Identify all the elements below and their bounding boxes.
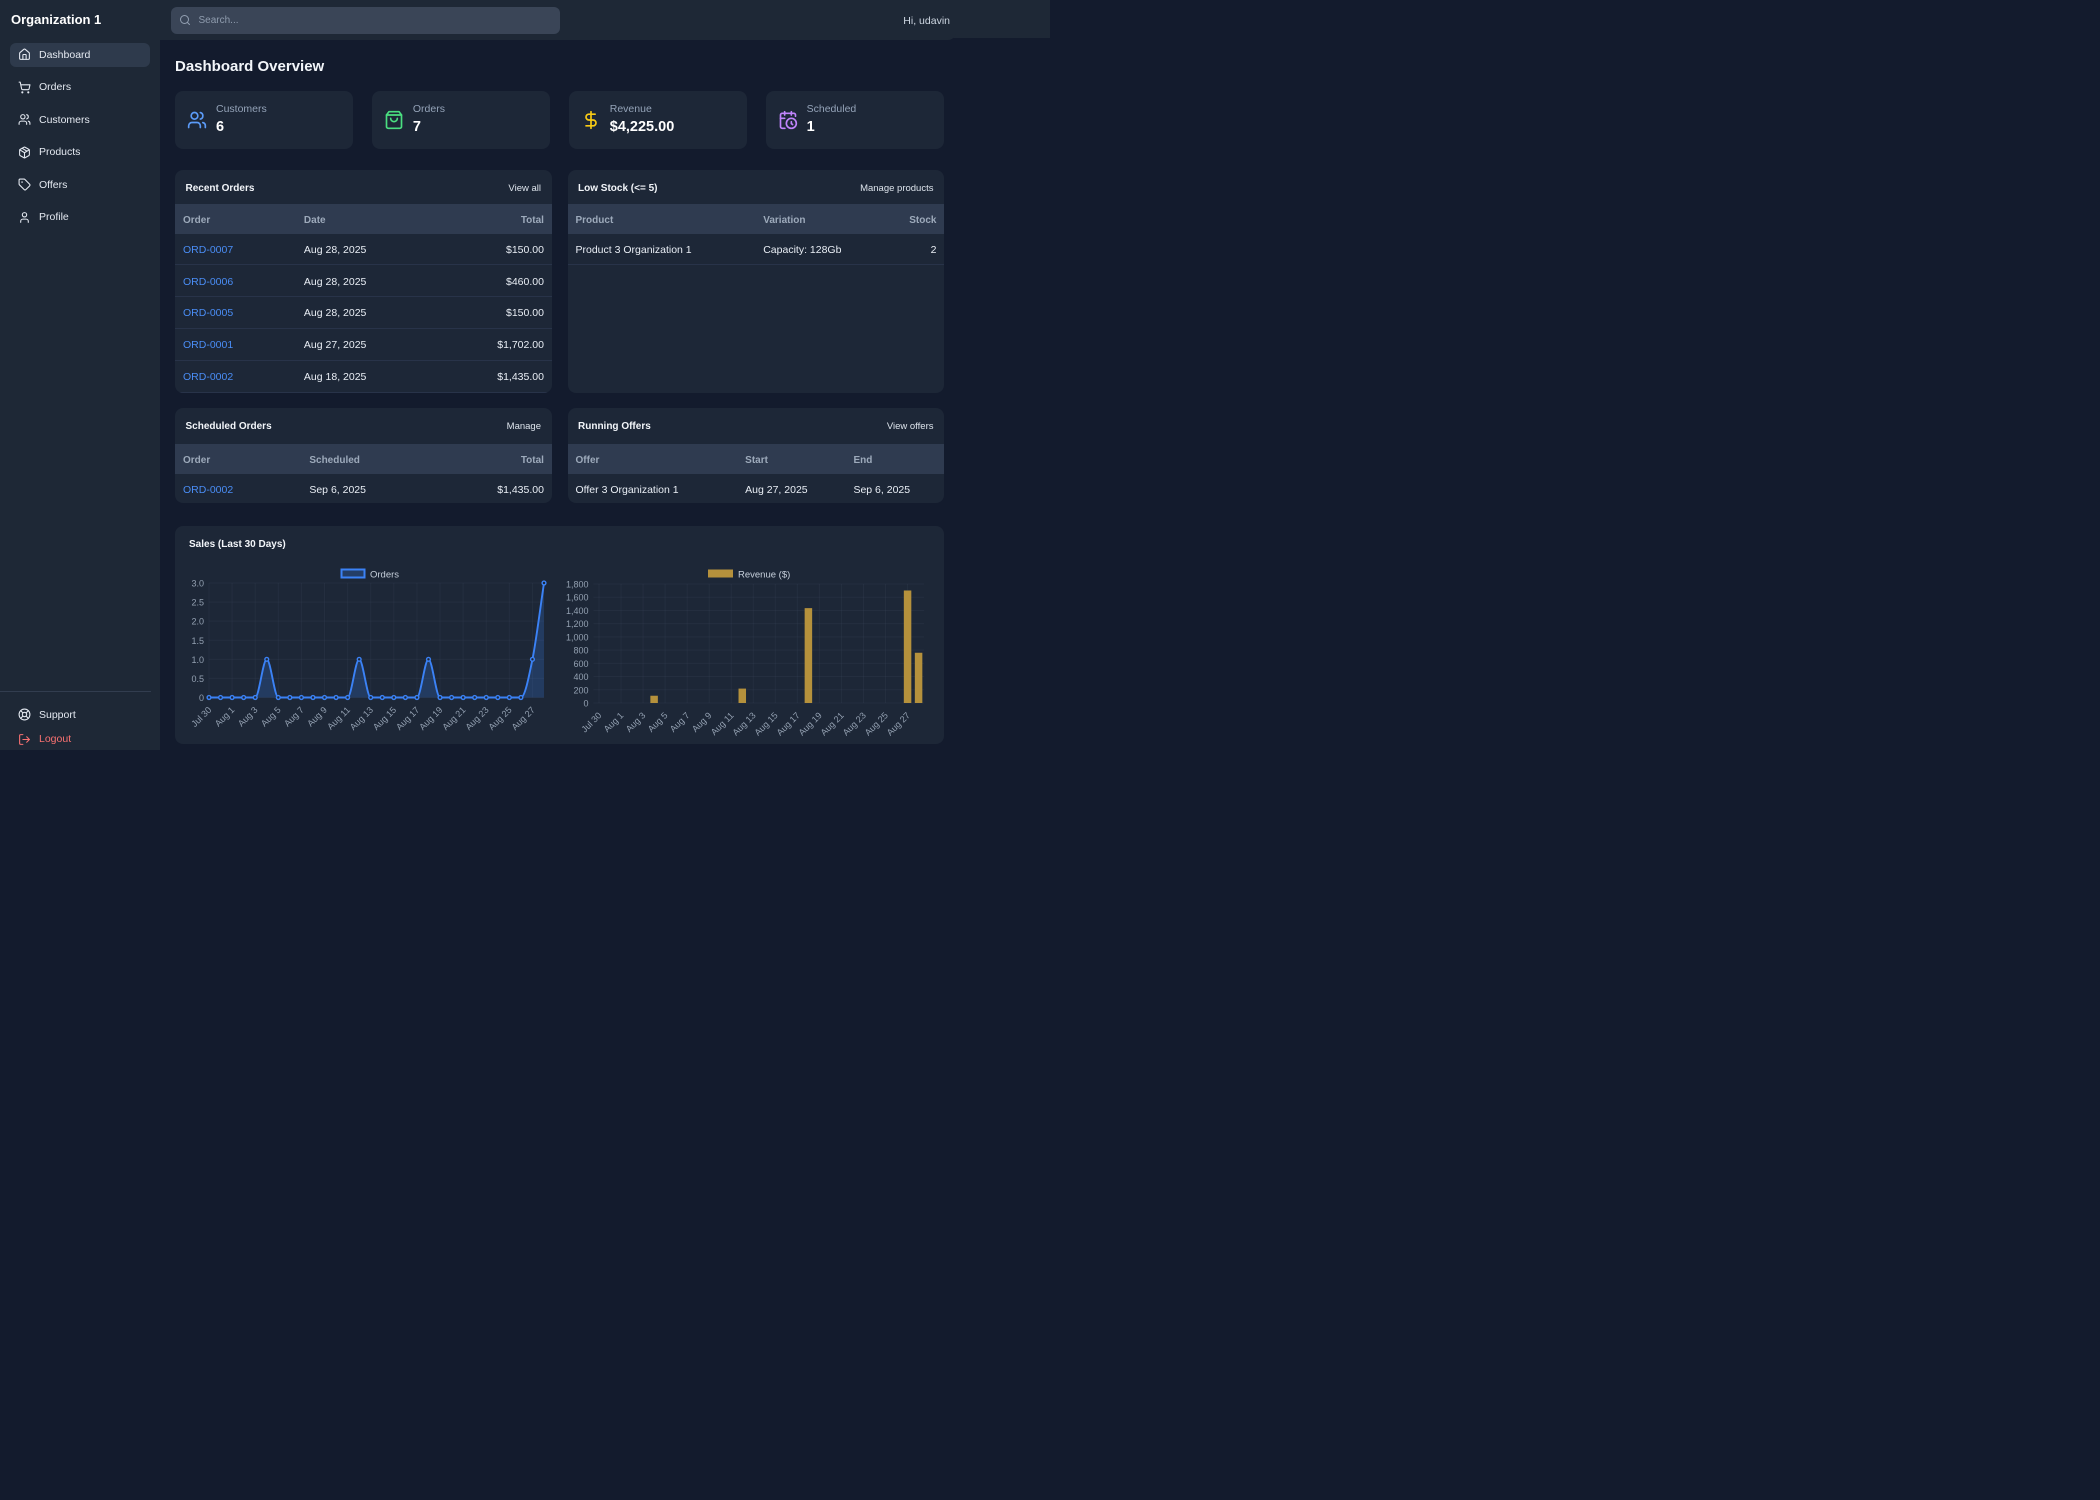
svg-text:Aug 23: Aug 23 <box>841 710 868 737</box>
svg-text:Aug 27: Aug 27 <box>510 705 537 732</box>
svg-text:Aug 17: Aug 17 <box>394 705 421 732</box>
svg-text:Aug 11: Aug 11 <box>325 705 352 732</box>
svg-text:Orders: Orders <box>370 569 399 580</box>
svg-text:1,000: 1,000 <box>566 632 589 642</box>
svg-text:Jul 30: Jul 30 <box>189 705 213 729</box>
svg-text:Aug 21: Aug 21 <box>440 705 467 732</box>
svg-text:Aug 3: Aug 3 <box>236 705 260 729</box>
svg-text:Aug 1: Aug 1 <box>602 710 626 734</box>
svg-text:Revenue ($): Revenue ($) <box>738 569 790 580</box>
svg-text:1,400: 1,400 <box>566 606 589 616</box>
svg-text:Aug 15: Aug 15 <box>752 710 779 737</box>
svg-text:600: 600 <box>573 659 588 669</box>
svg-text:1,600: 1,600 <box>566 593 589 603</box>
svg-text:Aug 13: Aug 13 <box>730 710 757 737</box>
svg-text:Aug 7: Aug 7 <box>668 710 692 734</box>
svg-text:Aug 15: Aug 15 <box>371 705 398 732</box>
svg-text:0: 0 <box>583 698 588 708</box>
svg-text:Aug 7: Aug 7 <box>282 705 306 729</box>
svg-text:Aug 1: Aug 1 <box>213 705 237 729</box>
svg-text:1.5: 1.5 <box>191 636 204 646</box>
svg-text:Aug 19: Aug 19 <box>417 705 444 732</box>
svg-text:Aug 5: Aug 5 <box>259 705 283 729</box>
svg-text:2.5: 2.5 <box>191 598 204 608</box>
svg-text:Aug 19: Aug 19 <box>797 710 824 737</box>
svg-text:200: 200 <box>573 685 588 695</box>
svg-text:2.0: 2.0 <box>191 617 204 627</box>
svg-text:Aug 23: Aug 23 <box>463 705 490 732</box>
svg-text:Aug 5: Aug 5 <box>646 710 670 734</box>
svg-text:Aug 17: Aug 17 <box>775 710 802 737</box>
svg-text:0.5: 0.5 <box>191 674 204 684</box>
svg-text:Aug 3: Aug 3 <box>624 710 648 734</box>
svg-text:800: 800 <box>573 646 588 656</box>
svg-text:Aug 27: Aug 27 <box>885 710 912 737</box>
svg-text:1,800: 1,800 <box>566 579 589 589</box>
svg-text:Aug 21: Aug 21 <box>819 710 846 737</box>
svg-text:1,200: 1,200 <box>566 619 589 629</box>
svg-text:Aug 13: Aug 13 <box>348 705 375 732</box>
svg-text:Jul 30: Jul 30 <box>579 710 603 734</box>
svg-text:Aug 25: Aug 25 <box>487 705 514 732</box>
svg-text:1.0: 1.0 <box>191 655 204 665</box>
svg-text:Aug 25: Aug 25 <box>863 710 890 737</box>
svg-text:3.0: 3.0 <box>191 578 204 588</box>
svg-text:400: 400 <box>573 672 588 682</box>
svg-text:0: 0 <box>199 693 204 703</box>
